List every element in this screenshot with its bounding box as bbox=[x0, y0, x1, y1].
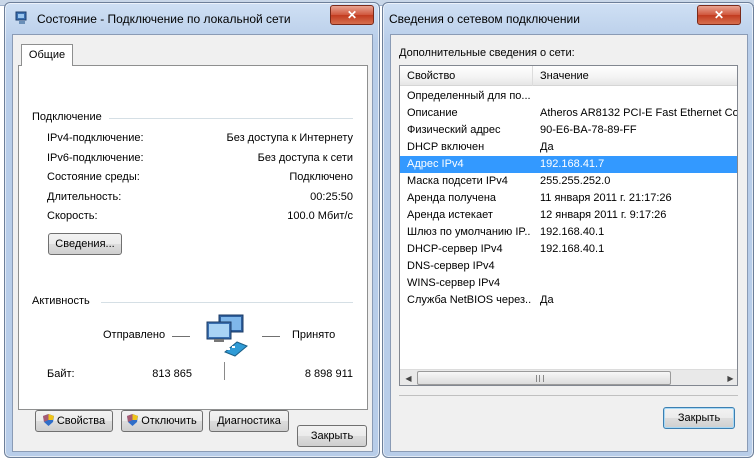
ipv6-label: IPv6-подключение: bbox=[47, 152, 144, 164]
scrollbar-grip-icon bbox=[536, 375, 544, 382]
details-window-body: Дополнительные сведения о сети: Свойство… bbox=[390, 34, 748, 452]
media-state-value: Подключено bbox=[289, 171, 353, 183]
list-row[interactable]: Служба NetBIOS через... Да bbox=[400, 292, 737, 309]
property-cell: Служба NetBIOS через... bbox=[407, 294, 531, 306]
close-window-button[interactable]: ✕ bbox=[330, 5, 374, 25]
received-line bbox=[262, 336, 280, 337]
tab-general[interactable]: Общие bbox=[21, 44, 73, 66]
sent-line bbox=[172, 336, 190, 337]
status-window-title: Состояние - Подключение по локальной сет… bbox=[37, 12, 291, 26]
property-cell: Маска подсети IPv4 bbox=[407, 175, 508, 187]
value-cell: 11 января 2011 г. 21:17:26 bbox=[540, 192, 672, 204]
general-tab-panel: Подключение IPv4-подключение: Без доступ… bbox=[18, 65, 368, 432]
property-cell: DHCP включен bbox=[407, 141, 485, 153]
sent-label: Отправлено bbox=[103, 329, 166, 341]
list-row[interactable]: DHCP включен Да bbox=[400, 139, 737, 156]
value-cell: 192.168.40.1 bbox=[540, 243, 605, 255]
property-cell: DHCP-сервер IPv4 bbox=[407, 243, 503, 255]
close-button[interactable]: Закрыть bbox=[297, 425, 367, 447]
property-cell: Шлюз по умолчанию IP... bbox=[407, 226, 531, 238]
close-button[interactable]: Закрыть bbox=[663, 407, 735, 429]
bytes-received-value: 8 898 911 bbox=[304, 368, 353, 380]
details-button[interactable]: Сведения... bbox=[48, 233, 122, 255]
property-cell: DNS-сервер IPv4 bbox=[407, 260, 495, 272]
list-row[interactable]: DNS-сервер IPv4 bbox=[400, 258, 737, 275]
close-window-button[interactable]: ✕ bbox=[697, 5, 741, 25]
property-cell: WINS-сервер IPv4 bbox=[407, 277, 501, 289]
value-cell: 255.255.252.0 bbox=[540, 175, 611, 187]
activity-group-line bbox=[101, 302, 353, 303]
network-icon bbox=[15, 11, 27, 24]
value-cell: 192.168.40.1 bbox=[540, 226, 605, 238]
value-cell: Да bbox=[540, 141, 554, 153]
value-cell: Atheros AR8132 PCI-E Fast Ethernet Con bbox=[540, 107, 738, 119]
list-row[interactable]: Определенный для по... bbox=[400, 88, 737, 105]
property-cell: Аренда получена bbox=[407, 192, 497, 204]
bytes-separator bbox=[224, 362, 225, 380]
network-computers-icon bbox=[206, 314, 248, 357]
list-row[interactable]: Физический адрес 90-E6-BA-78-89-FF bbox=[400, 122, 737, 139]
list-row[interactable]: Описание Atheros AR8132 PCI-E Fast Ether… bbox=[400, 105, 738, 122]
list-row[interactable]: Аренда истекает 12 января 2011 г. 9:17:2… bbox=[400, 207, 737, 224]
ipv6-value: Без доступа к сети bbox=[257, 152, 353, 164]
properties-button[interactable]: Свойства bbox=[35, 410, 113, 432]
connection-group-line bbox=[109, 118, 353, 119]
connection-group-label: Подключение bbox=[32, 111, 108, 123]
status-window: Состояние - Подключение по локальной сет… bbox=[4, 2, 380, 458]
network-details-list[interactable]: Свойство Значение Определенный для по...… bbox=[399, 65, 738, 386]
list-row[interactable]: DHCP-сервер IPv4 192.168.40.1 bbox=[400, 241, 737, 258]
activity-group-label: Активность bbox=[32, 295, 96, 307]
list-header: Свойство Значение bbox=[400, 66, 737, 86]
footer-divider bbox=[399, 395, 738, 396]
details-window: Сведения о сетевом подключении ✕ Дополни… bbox=[382, 2, 754, 458]
property-cell: Адрес IPv4 bbox=[407, 158, 464, 170]
properties-button-label: Свойства bbox=[56, 415, 106, 427]
diagnose-button[interactable]: Диагностика bbox=[209, 410, 289, 432]
close-icon: ✕ bbox=[713, 8, 725, 22]
horizontal-scrollbar[interactable]: ◀ ▶ bbox=[400, 369, 737, 385]
ipv4-label: IPv4-подключение: bbox=[47, 132, 144, 144]
uac-shield-icon bbox=[42, 414, 54, 426]
scrollbar-thumb[interactable] bbox=[417, 371, 671, 385]
details-window-title: Сведения о сетевом подключении bbox=[389, 12, 580, 26]
property-cell: Физический адрес bbox=[407, 124, 501, 136]
disable-button-label: Отключить bbox=[141, 415, 197, 427]
value-cell: 90-E6-BA-78-89-FF bbox=[540, 124, 637, 136]
speed-label: Скорость: bbox=[47, 210, 98, 222]
ipv4-value: Без доступа к Интернету bbox=[226, 132, 353, 144]
property-cell: Аренда истекает bbox=[407, 209, 493, 221]
duration-value: 00:25:50 bbox=[310, 191, 353, 203]
value-cell: 192.168.41.7 bbox=[540, 158, 605, 170]
list-row[interactable]: Аренда получена 11 января 2011 г. 21:17:… bbox=[400, 190, 737, 207]
details-window-titlebar[interactable]: Сведения о сетевом подключении ✕ bbox=[383, 3, 753, 33]
uac-shield-icon bbox=[127, 414, 139, 426]
bytes-sent-value: 813 865 bbox=[152, 368, 192, 380]
list-row-selected[interactable]: Адрес IPv4 192.168.41.7 bbox=[400, 156, 737, 173]
status-window-titlebar[interactable]: Состояние - Подключение по локальной сет… bbox=[5, 3, 379, 33]
disable-button[interactable]: Отключить bbox=[121, 410, 203, 432]
received-label: Принято bbox=[292, 329, 336, 341]
speed-value: 100.0 Мбит/с bbox=[287, 210, 353, 222]
list-row[interactable]: Шлюз по умолчанию IP... 192.168.40.1 bbox=[400, 224, 737, 241]
media-state-label: Состояние среды: bbox=[47, 171, 140, 183]
value-cell: 12 января 2011 г. 9:17:26 bbox=[540, 209, 667, 221]
column-header-property[interactable]: Свойство bbox=[400, 66, 533, 86]
status-window-body: Общие Подключение IPv4-подключение: Без … bbox=[12, 34, 373, 452]
list-row[interactable]: Маска подсети IPv4 255.255.252.0 bbox=[400, 173, 737, 190]
scroll-left-arrow-icon[interactable]: ◀ bbox=[400, 370, 417, 385]
bytes-label: Байт: bbox=[47, 368, 75, 380]
list-row[interactable]: WINS-сервер IPv4 bbox=[400, 275, 737, 292]
scroll-right-arrow-icon[interactable]: ▶ bbox=[722, 370, 737, 385]
details-heading: Дополнительные сведения о сети: bbox=[399, 47, 575, 59]
property-cell: Описание bbox=[407, 107, 458, 119]
duration-label: Длительность: bbox=[47, 191, 122, 203]
value-cell: Да bbox=[540, 294, 554, 306]
column-header-value[interactable]: Значение bbox=[533, 66, 737, 86]
close-icon: ✕ bbox=[346, 8, 358, 22]
property-cell: Определенный для по... bbox=[407, 90, 531, 102]
